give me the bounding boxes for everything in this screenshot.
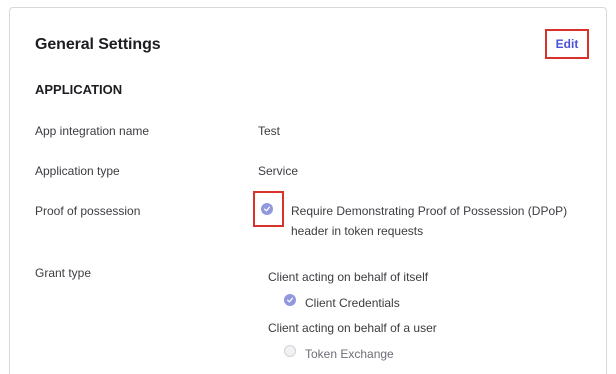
- check-icon: [263, 206, 271, 212]
- grant-type-label: Grant type: [35, 266, 92, 280]
- grant-group-user-title: Client acting on behalf of a user: [268, 321, 437, 335]
- check-icon: [286, 297, 294, 303]
- proof-of-possession-label: Proof of possession: [35, 204, 141, 218]
- page: General Settings Edit APPLICATION App in…: [0, 0, 616, 374]
- edit-button[interactable]: Edit: [545, 29, 589, 59]
- client-credentials-label: Client Credentials: [305, 296, 400, 310]
- application-type-value: Service: [258, 164, 299, 178]
- edit-button-label: Edit: [555, 37, 579, 51]
- app-integration-name-value: Test: [258, 124, 281, 138]
- general-settings-card: General Settings Edit APPLICATION App in…: [9, 7, 607, 374]
- application-type-label: Application type: [35, 164, 120, 178]
- dpop-checkbox[interactable]: [261, 203, 273, 215]
- app-integration-name-label: App integration name: [35, 124, 150, 138]
- token-exchange-checkbox[interactable]: [284, 345, 296, 357]
- grant-group-itself-title: Client acting on behalf of itself: [268, 270, 429, 284]
- card-title: General Settings: [35, 36, 161, 53]
- token-exchange-label: Token Exchange: [305, 347, 394, 361]
- client-credentials-checkbox[interactable]: [284, 294, 296, 306]
- dpop-checkbox-label: Require Demonstrating Proof of Possessio…: [291, 204, 568, 238]
- section-title-application: APPLICATION: [35, 82, 123, 97]
